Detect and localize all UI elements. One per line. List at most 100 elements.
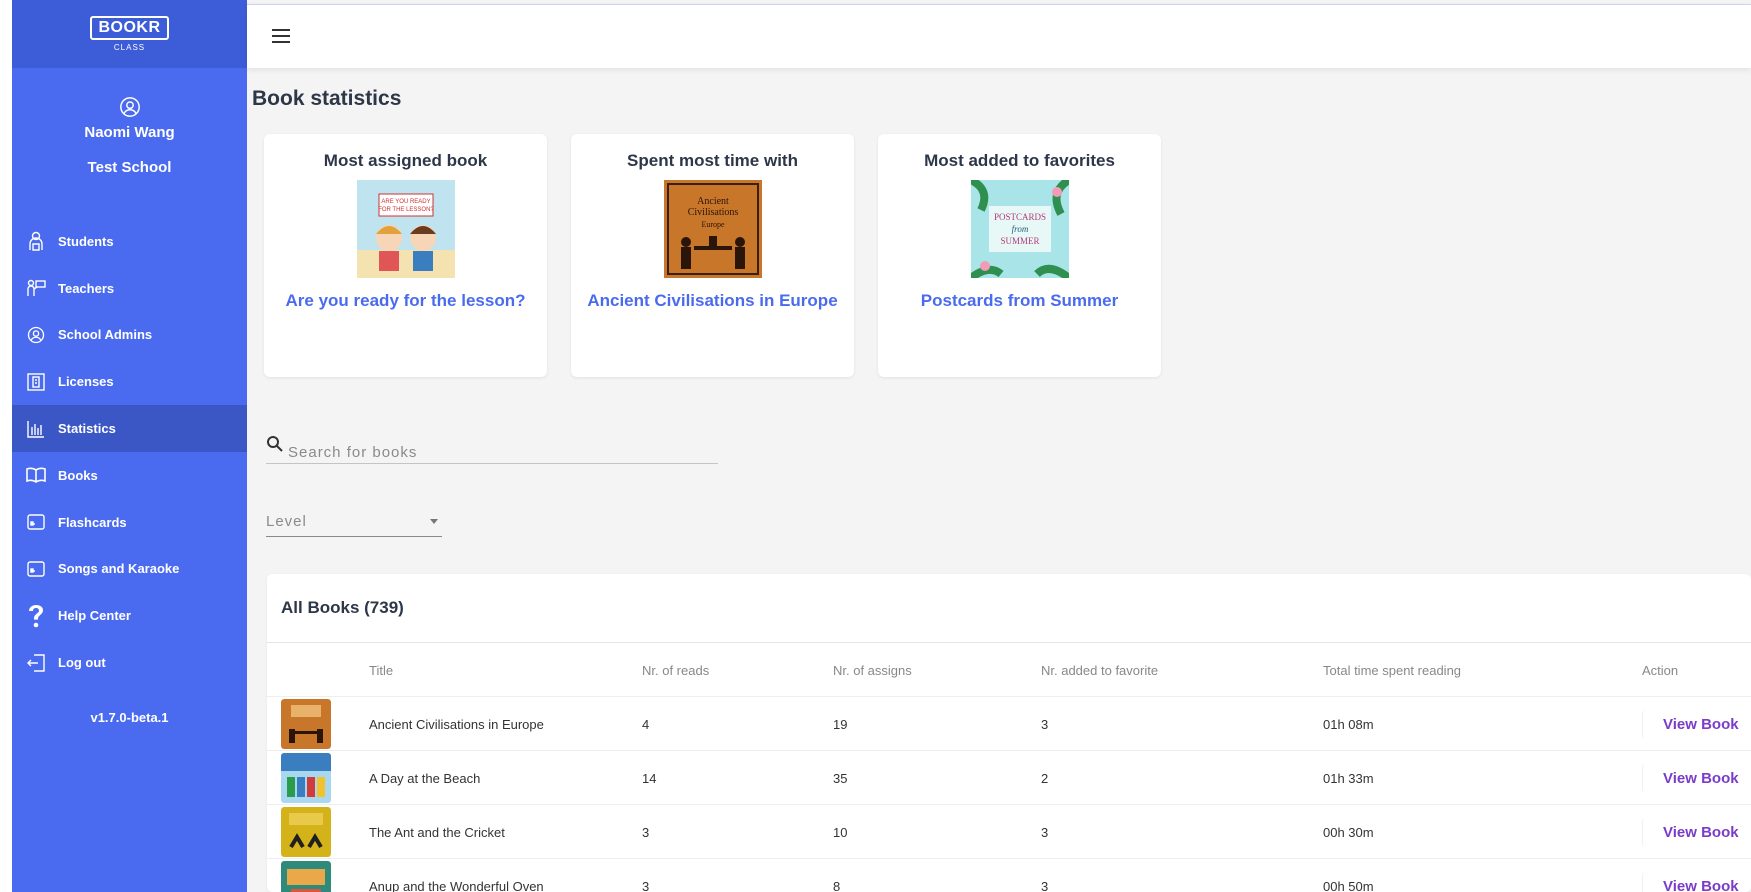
column-header[interactable]: Nr. added to favorite [1041,643,1158,697]
assigns-count: 19 [833,716,848,732]
table-row: Anup and the Wonderful Oven 3 8 3 00h 50… [267,859,1751,892]
sidebar-item-songs-karaoke[interactable]: Songs and Karaoke [12,546,247,593]
teacher-icon [26,278,46,298]
sidebar-item-label: Books [58,467,98,483]
user-avatar-icon [119,97,140,117]
user-name: Naomi Wang [84,124,175,141]
card-title: Most added to favorites [924,151,1115,170]
sidebar-item-label: Statistics [58,421,116,437]
column-header[interactable]: Nr. of reads [642,643,709,697]
assigns-count: 35 [833,770,848,786]
column-header[interactable]: Total time spent reading [1323,643,1461,697]
reading-time: 01h 33m [1323,770,1374,786]
book-icon [26,465,46,485]
search-icon [267,436,283,452]
book-title-link[interactable]: Ancient Civilisations in Europe [585,290,840,313]
user-circle-icon [26,325,46,345]
column-header[interactable]: Nr. of assigns [833,643,912,697]
card-title: Most assigned book [323,151,488,170]
book-thumbnail[interactable] [281,753,331,803]
sidebar: BOOKR CLASS Naomi Wang Test School Stude… [12,0,247,892]
level-label: Level [266,512,307,530]
table-row: A Day at the Beach 14 35 2 01h 33m View … [267,751,1751,805]
view-book-button[interactable]: View Book [1642,709,1741,739]
flashcard-icon [26,512,46,532]
cover-text: SUMMER [1000,236,1039,246]
sidebar-item-label: Teachers [58,280,115,296]
license-icon [26,372,46,392]
sidebar-item-label: Help Center [58,608,131,624]
table-title: All Books (739) [267,574,1751,643]
sidebar-item-log-out[interactable]: Log out [12,639,247,686]
book-title-link[interactable]: Postcards from Summer [892,290,1147,313]
favorites-count: 2 [1041,770,1049,786]
chevron-down-icon [430,518,438,524]
reading-time: 00h 30m [1323,824,1374,840]
page-title: Book statistics [252,87,402,110]
book-cover-image[interactable]: POSTCARDS from SUMMER [968,176,1071,282]
sidebar-item-students[interactable]: Students [12,218,247,265]
user-profile: Naomi Wang Test School [12,68,247,176]
sidebar-item-teachers[interactable]: Teachers [12,265,247,312]
search-input[interactable] [288,429,688,461]
sidebar-item-label: Songs and Karaoke [58,561,180,577]
sidebar-item-label: Log out [58,655,106,671]
book-thumbnail[interactable] [281,807,331,857]
school-name: Test School [87,159,172,176]
reads-count: 4 [642,716,650,732]
view-book-button[interactable]: View Book [1642,763,1741,793]
book-title-link[interactable]: Are you ready for the lesson? [278,290,533,313]
reading-time: 01h 08m [1323,716,1374,732]
sidebar-item-books[interactable]: Books [12,452,247,499]
sidebar-item-label: Licenses [58,374,114,390]
logo-subtext: CLASS [113,43,146,52]
card-title: Spent most time with [627,151,798,170]
cover-text: Europe [701,220,725,229]
book-title: The Ant and the Cricket [369,824,505,840]
question-icon [26,604,46,628]
book-title: Anup and the Wonderful Oven [369,878,544,892]
most-favorited-card: Most added to favorites POSTCARDS from S… [878,134,1161,377]
most-assigned-card: Most assigned book ARE YOU READY FOR THE… [264,134,547,377]
student-icon [26,231,46,252]
cover-text: POSTCARDS [993,212,1045,222]
menu-icon[interactable] [272,29,290,43]
view-book-button[interactable]: View Book [1642,817,1741,847]
cover-text: Ancient [697,196,729,207]
book-cover-image[interactable]: Ancient Civilisations Europe [663,180,762,278]
table-row: Ancient Civilisations in Europe 4 19 3 0… [267,697,1751,751]
top-bar [247,4,1751,68]
cover-text: FOR THE LESSON? [378,207,434,213]
book-cover-image[interactable]: ARE YOU READY FOR THE LESSON? [356,180,455,278]
column-header[interactable]: Title [369,643,393,697]
favorites-count: 3 [1041,824,1049,840]
table-row: The Ant and the Cricket 3 10 3 00h 30m V… [267,805,1751,859]
view-book-button[interactable]: View Book [1642,871,1741,892]
books-table: All Books (739) Title Nr. of reads Nr. o… [267,574,1751,892]
sidebar-item-school-admins[interactable]: School Admins [12,312,247,359]
assigns-count: 8 [833,878,841,892]
most-time-card: Spent most time with Ancient Civilisatio… [571,134,854,377]
book-thumbnail[interactable] [281,861,331,892]
reading-time: 00h 50m [1323,878,1374,892]
book-thumbnail[interactable] [281,699,331,749]
assigns-count: 10 [833,824,848,840]
book-search [266,427,718,464]
sidebar-item-flashcards[interactable]: Flashcards [12,499,247,546]
window-edge [0,0,12,892]
level-select[interactable]: Level [266,506,442,537]
sidebar-item-licenses[interactable]: Licenses [12,358,247,405]
cover-text: ARE YOU READY [381,199,430,205]
sidebar-item-label: Flashcards [58,514,127,530]
sidebar-item-help-center[interactable]: Help Center [12,592,247,639]
reads-count: 3 [642,824,650,840]
cover-text: Civilisations [687,207,738,218]
sidebar-item-label: School Admins [58,327,153,343]
karaoke-icon [26,559,46,579]
logout-icon [26,653,46,673]
favorites-count: 3 [1041,716,1049,732]
sidebar-item-statistics[interactable]: Statistics [12,405,247,452]
favorites-count: 3 [1041,878,1049,892]
column-header: Action [1642,662,1679,678]
logo[interactable]: BOOKR CLASS [12,0,247,68]
